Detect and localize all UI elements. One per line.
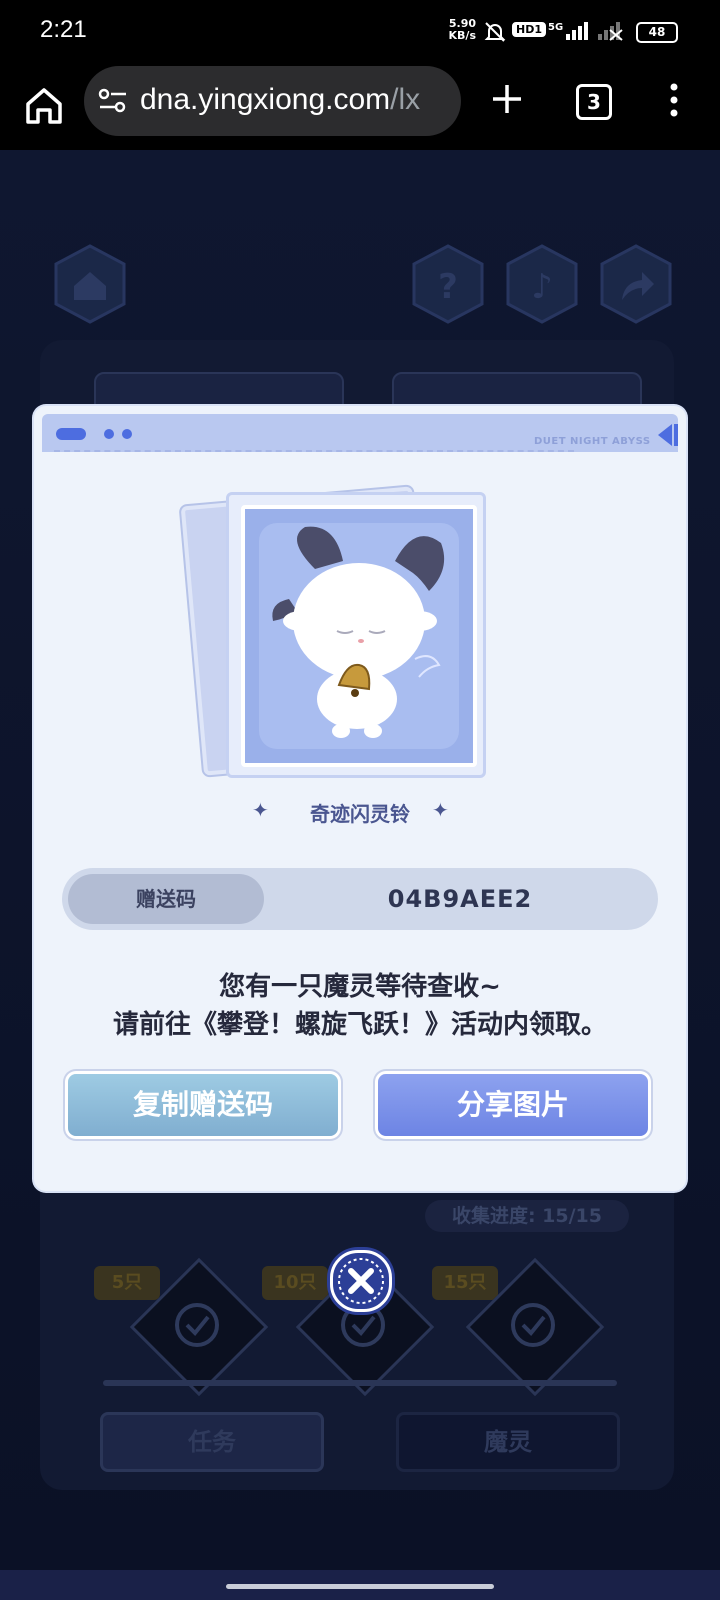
status-time: 2:21 [40, 16, 87, 43]
spirit-illustration [259, 523, 459, 749]
tab-spirits[interactable]: 魔灵 [396, 1412, 620, 1472]
svg-text:♪: ♪ [531, 267, 553, 307]
check-icon [175, 1303, 219, 1347]
home-icon[interactable] [50, 244, 130, 324]
share-image-button[interactable]: 分享图片 [378, 1074, 648, 1136]
svg-text:5G: 5G [548, 22, 563, 33]
music-icon[interactable]: ♪ [502, 244, 582, 324]
address-bar[interactable]: dna.yingxiong.com/lx [84, 66, 461, 136]
tab-tasks[interactable]: 任务 [100, 1412, 324, 1472]
collection-progress: 收集进度: 15/15 [425, 1200, 629, 1232]
message-line-1: 您有一只魔灵等待查收~ [219, 972, 501, 1002]
check-icon [511, 1303, 555, 1347]
reward-card [226, 492, 486, 778]
site-info-icon[interactable] [98, 88, 128, 114]
close-dialog-button[interactable] [330, 1250, 392, 1312]
network-speed: 5.90 KB/s [442, 18, 476, 42]
message-line-2: 请前往《攀登！螺旋飞跃！》活动内领取。 [112, 1010, 607, 1040]
signal-5g-icon: 5G [548, 22, 588, 40]
help-icon[interactable]: ? [408, 244, 488, 324]
copy-code-button[interactable]: 复制赠送码 [68, 1074, 338, 1136]
more-vert-icon[interactable] [666, 82, 682, 118]
hd-badge: HD1 [512, 22, 546, 37]
reward-image [241, 505, 477, 767]
milestone-badge: 5只 [94, 1266, 160, 1300]
milestone-badge: 15只 [432, 1266, 498, 1300]
url-text[interactable]: dna.yingxiong.com/lx [140, 83, 420, 117]
milestone-badge: 10只 [262, 1266, 328, 1300]
gift-code-row: 赠送码 04B9AEE2 [62, 868, 658, 930]
plus-icon[interactable] [490, 82, 524, 116]
speed-unit: KB/s [448, 29, 476, 42]
url-path: /lx [390, 83, 421, 116]
header-dash [54, 450, 574, 452]
gesture-handle[interactable] [226, 1584, 494, 1589]
close-icon [338, 1258, 384, 1304]
share-icon[interactable] [596, 244, 676, 324]
reward-name: 奇迹闪灵铃 [310, 802, 410, 826]
header-dot [122, 429, 132, 439]
signal-weak-icon [598, 22, 623, 41]
home-icon[interactable] [20, 82, 68, 130]
url-domain: dna.yingxiong.com [140, 83, 391, 116]
header-dot [104, 429, 114, 439]
battery-indicator: 48 [636, 22, 678, 43]
status-bar: 2:21 5.90 KB/s HD1 5G 48 [0, 0, 720, 64]
gift-dialog: DUET NIGHT ABYSS ✦ 奇迹闪灵铃 ✦ 赠送码 04B9AEE2 … [34, 406, 686, 1191]
milestone-track [103, 1380, 617, 1386]
corner-arrow-icon [658, 424, 678, 446]
gift-code-value: 04B9AEE2 [387, 885, 533, 913]
header-pill [56, 428, 86, 440]
bell-muted-icon [484, 22, 506, 42]
tabs-icon[interactable]: 3 [576, 84, 612, 120]
browser-toolbar: dna.yingxiong.com/lx 3 [0, 64, 720, 151]
dialog-header-bar: DUET NIGHT ABYSS [42, 414, 678, 452]
svg-text:?: ? [438, 267, 458, 307]
gift-code-label: 赠送码 [68, 874, 264, 924]
sparkle-icon: ✦ [432, 798, 449, 822]
brand-label: DUET NIGHT ABYSS [534, 436, 651, 447]
